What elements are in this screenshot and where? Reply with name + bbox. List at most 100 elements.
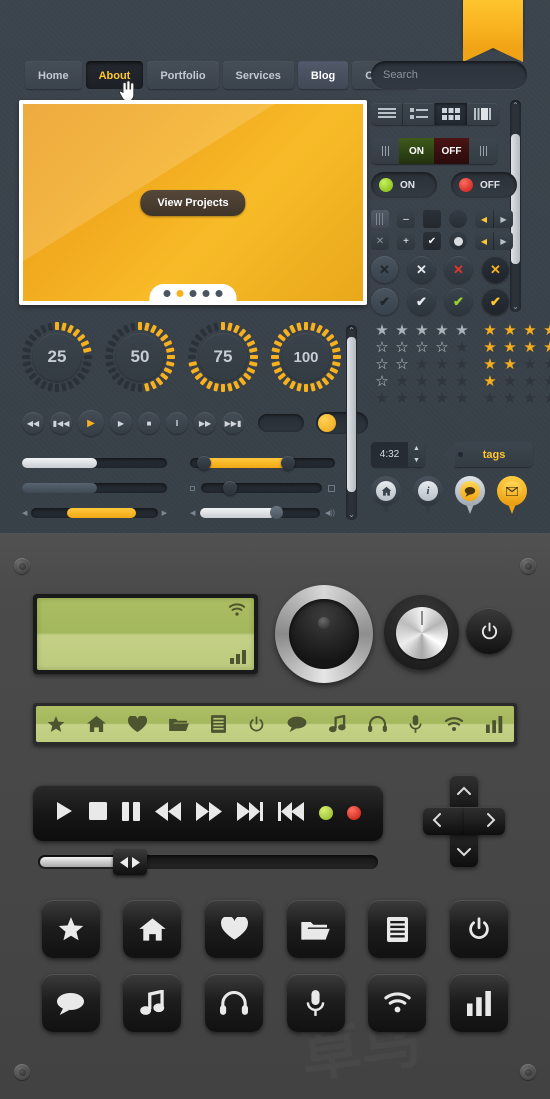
next-track-button[interactable]	[236, 801, 263, 825]
star-icon[interactable]: ★	[501, 391, 519, 406]
star-icon[interactable]: ☆	[393, 357, 411, 372]
star-icon[interactable]	[47, 715, 65, 733]
star-icon[interactable]: ★	[413, 357, 431, 372]
chevron-right-icon[interactable]: ▶	[162, 509, 167, 517]
skip-back-button[interactable]: ▮◀◀	[50, 412, 72, 434]
view-mode-list[interactable]	[371, 103, 403, 125]
scrollbar-right-column[interactable]: ⌃ ⌄	[510, 100, 521, 312]
view-projects-button[interactable]: View Projects	[140, 189, 246, 216]
slider-track[interactable]	[201, 481, 322, 495]
progress-dial-50[interactable]: 50	[105, 322, 175, 392]
list-icon[interactable]	[211, 715, 226, 733]
dpad-right-button[interactable]	[464, 807, 505, 835]
cross-button-white[interactable]: ✕	[408, 256, 435, 283]
slider-handle-right[interactable]	[281, 456, 296, 470]
stepper-right[interactable]: ▶	[494, 232, 513, 250]
star-icon[interactable]: ★	[501, 374, 519, 389]
nav-item-blog[interactable]: Blog	[297, 61, 349, 89]
star-icon[interactable]: ★	[393, 374, 411, 389]
star-icon[interactable]: ★	[413, 391, 431, 406]
cross-button-gold[interactable]: ✕	[482, 256, 509, 283]
hero-dot-2[interactable]	[176, 290, 184, 297]
star-icon[interactable]: ★	[453, 391, 471, 406]
star-icon[interactable]: ★	[541, 323, 550, 338]
progress-dial-75[interactable]: 75	[188, 322, 258, 392]
heart-icon[interactable]	[128, 715, 147, 733]
star-icon[interactable]: ★	[453, 374, 471, 389]
star-icon[interactable]: ★	[521, 374, 539, 389]
folder-icon[interactable]	[169, 716, 189, 732]
pause-button[interactable]: ‖	[166, 412, 188, 434]
stepper-right[interactable]: ▶	[494, 210, 513, 228]
slider-dot[interactable]	[190, 481, 335, 495]
stop-button[interactable]: ■	[138, 412, 160, 434]
star-icon[interactable]: ★	[541, 357, 550, 372]
star-icon[interactable]: ★	[453, 340, 471, 355]
stepper-left-gold[interactable]: ◀	[475, 232, 494, 250]
chat-button[interactable]	[41, 974, 100, 1032]
wifi-icon[interactable]	[444, 716, 464, 732]
headphones-button[interactable]	[205, 974, 264, 1032]
check-button-white[interactable]: ✔	[408, 288, 435, 315]
checkbox-check[interactable]: ✔	[423, 232, 441, 250]
pin-info[interactable]: i	[413, 476, 443, 518]
progress-dial-25[interactable]: 25	[22, 322, 92, 392]
star-icon[interactable]: ★	[433, 374, 451, 389]
star-icon[interactable]: ★	[481, 374, 499, 389]
star-icon[interactable]: ☆	[433, 340, 451, 355]
star-icon[interactable]: ★	[541, 391, 550, 406]
star-icon[interactable]: ★	[501, 323, 519, 338]
list-button[interactable]	[368, 900, 427, 958]
skip-forward-button[interactable]: ▶▶▮	[222, 412, 244, 434]
fast-forward-button[interactable]	[195, 801, 222, 825]
volume-knob-large[interactable]	[275, 585, 373, 683]
checkbox-plus[interactable]: +	[397, 232, 415, 250]
slider-handle-arrows[interactable]	[113, 849, 147, 875]
heart-button[interactable]	[205, 900, 264, 958]
hero-dot-1[interactable]	[163, 290, 171, 297]
toggle-pill-off[interactable]: OFF	[451, 172, 517, 198]
star-icon[interactable]: ★	[453, 357, 471, 372]
star-icon[interactable]: ★	[433, 391, 451, 406]
nav-item-portfolio[interactable]: Portfolio	[147, 61, 219, 89]
search-input[interactable]	[383, 69, 525, 81]
slider-track[interactable]	[31, 508, 158, 518]
check-button-green[interactable]: ✔	[445, 288, 472, 315]
toggle-on[interactable]	[316, 412, 368, 434]
mic-icon[interactable]	[409, 715, 422, 733]
star-icon[interactable]: ★	[481, 323, 499, 338]
checkbox-filled[interactable]	[423, 210, 441, 228]
star-icon[interactable]: ★	[541, 374, 550, 389]
cross-button-red[interactable]: ✕	[445, 256, 472, 283]
star-button[interactable]	[41, 900, 100, 958]
star-icon[interactable]: ★	[433, 323, 451, 338]
slider-handle[interactable]	[269, 506, 283, 519]
check-button-gold[interactable]: ✔	[482, 288, 509, 315]
check-button-dark[interactable]: ✔	[371, 288, 398, 315]
bottom-progress-slider[interactable]	[38, 849, 378, 875]
rewind-button[interactable]	[155, 801, 182, 825]
chat-icon[interactable]	[287, 716, 307, 732]
time-spinner[interactable]: 4:32 ▲ ▼	[371, 442, 425, 467]
music-button[interactable]	[123, 974, 182, 1032]
nav-item-about[interactable]: About	[85, 61, 144, 89]
hero-dot-5[interactable]	[215, 290, 223, 297]
stop-button[interactable]	[89, 802, 108, 824]
hero-dot-3[interactable]	[189, 290, 197, 297]
dpad-left-button[interactable]	[423, 807, 464, 835]
star-icon[interactable]: ★	[373, 391, 391, 406]
toggle-pill-on[interactable]: ON	[371, 172, 437, 198]
on-segment[interactable]: ON	[399, 138, 434, 164]
scroll-up-icon[interactable]: ⌃	[346, 326, 357, 335]
signal-bars-icon[interactable]	[486, 715, 503, 733]
progress-dial-100[interactable]: 100	[271, 322, 341, 392]
pause-button[interactable]	[122, 801, 141, 825]
hero-dot-4[interactable]	[202, 290, 210, 297]
spinner-down-icon[interactable]: ▼	[408, 455, 425, 468]
spinner-up-icon[interactable]: ▲	[408, 442, 425, 455]
checkbox-x[interactable]: ✕	[371, 232, 389, 250]
off-segment[interactable]: OFF	[434, 138, 469, 164]
slider-track[interactable]	[22, 483, 167, 493]
signal-button[interactable]	[450, 974, 509, 1032]
headphones-icon[interactable]	[368, 716, 387, 732]
